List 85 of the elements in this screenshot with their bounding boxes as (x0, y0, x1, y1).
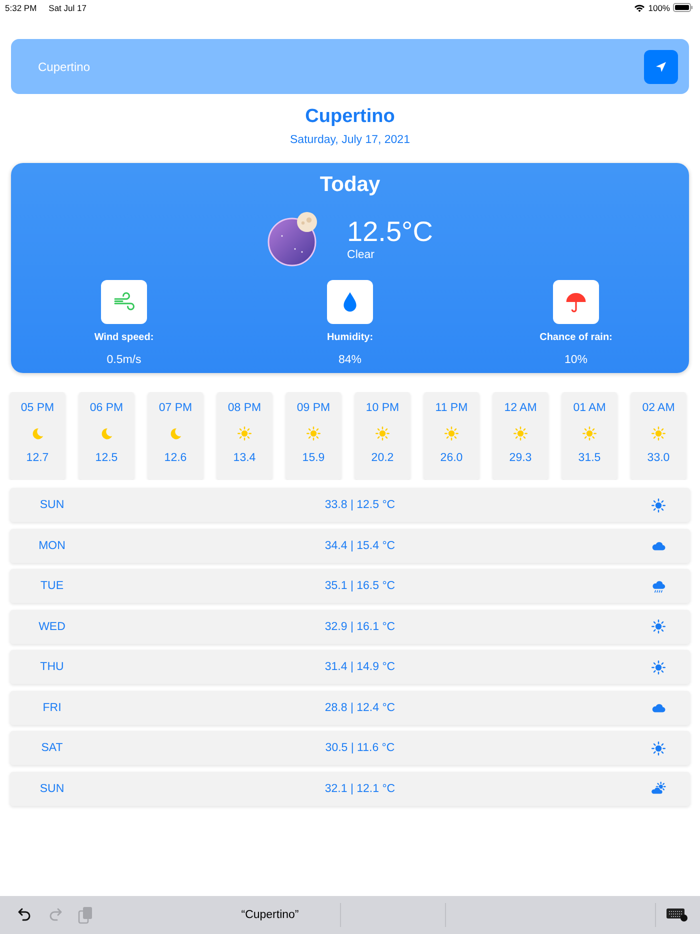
forecast-row[interactable]: MON 34.4 | 15.4 °C (10, 528, 690, 562)
condition-label: Clear (347, 248, 376, 262)
stat-value: 0.5m/s (106, 353, 142, 367)
keyboard-icon (666, 908, 688, 922)
temperature-range: 28.8 | 12.4 °C (324, 702, 396, 714)
keyboard-button[interactable] (666, 908, 688, 922)
day-label: SAT (41, 742, 63, 754)
city-name: Cupertino (305, 105, 395, 129)
status-date: Sat Jul 17 (48, 2, 86, 12)
date-label: Saturday, July 17, 2021 (290, 133, 410, 148)
hour-label: 10 PM (366, 402, 400, 414)
hour-label: 01 AM (573, 402, 606, 414)
forecast-row[interactable]: WED 32.9 | 16.1 °C (10, 610, 690, 644)
hour-temp: 20.2 (371, 452, 394, 464)
hour-label: 05 PM (20, 402, 54, 414)
temperature-range: 35.1 | 16.5 °C (324, 580, 396, 592)
card-title: Today (320, 172, 380, 198)
hour-temp: 13.4 (233, 452, 256, 464)
hour-label: 11 PM (435, 402, 468, 414)
location-button[interactable] (644, 50, 678, 84)
temperature-range: 31.4 | 14.9 °C (324, 661, 396, 673)
hour-temp: 33.0 (647, 452, 670, 464)
moon-icon (30, 426, 45, 441)
battery-icon (673, 3, 693, 12)
sun-icon (375, 426, 390, 441)
hour-label: 07 PM (158, 402, 192, 414)
hour-temp: 12.7 (26, 452, 49, 464)
moon-icon (168, 426, 183, 441)
hour-label: 02 AM (642, 402, 675, 414)
hour-label: 08 PM (228, 402, 262, 414)
hour-temp: 15.9 (302, 452, 325, 464)
day-label: WED (38, 620, 66, 632)
rain-cloud-icon (650, 578, 666, 594)
temperature-range: 32.9 | 16.1 °C (324, 620, 396, 632)
battery-percent: 100% (648, 2, 670, 12)
day-label: TUE (40, 580, 64, 592)
hour-temp: 12.6 (164, 452, 187, 464)
sun-icon (237, 426, 252, 441)
suggestion-button[interactable]: “Cupertino” (200, 909, 340, 921)
hour-label: 06 PM (90, 402, 124, 414)
temperature-range: 34.4 | 15.4 °C (324, 540, 396, 552)
hour-temp: 26.0 (440, 452, 463, 464)
sun-icon (306, 426, 321, 441)
temperature-range: 33.8 | 12.5 °C (324, 499, 396, 511)
forecast-row[interactable]: TUE 35.1 | 16.5 °C (10, 569, 690, 603)
forecast-row[interactable]: SUN 32.1 | 12.1 °C (10, 772, 690, 806)
forecast-row[interactable]: FRI 28.8 | 12.4 °C (10, 690, 690, 724)
day-label: MON (38, 540, 66, 552)
sun-icon (650, 498, 666, 512)
location-arrow-icon (655, 60, 667, 72)
sun-icon (650, 619, 666, 634)
sun-icon (444, 426, 459, 441)
forecast-row[interactable]: SAT 30.5 | 11.6 °C (10, 731, 690, 765)
sun-icon (651, 426, 666, 441)
temperature-range: 30.5 | 11.6 °C (325, 742, 395, 754)
day-label: THU (40, 661, 64, 673)
sun-icon (650, 740, 666, 756)
stat-label: Humidity: (326, 332, 374, 344)
stat-label: Wind speed: (94, 332, 154, 344)
sun-behind-cloud-icon (650, 781, 666, 796)
clipboard-icon (76, 906, 94, 924)
hour-temp: 12.5 (95, 452, 118, 464)
sun-icon (650, 660, 666, 674)
sun-icon (582, 426, 597, 441)
forecast-row[interactable]: SUN 33.8 | 12.5 °C (10, 488, 690, 522)
umbrella-icon (564, 290, 588, 314)
moon-icon (99, 426, 114, 441)
wifi-icon (634, 4, 646, 12)
stat-value: 84% (338, 353, 362, 367)
sun-icon (513, 426, 528, 441)
day-label: SUN (40, 499, 64, 511)
day-label: FRI (42, 702, 62, 714)
status-time: 5:32 PM (5, 2, 37, 12)
stat-label: Chance of rain: (540, 332, 612, 344)
stat-value: 10% (564, 353, 588, 367)
search-field[interactable]: Cupertino (36, 58, 644, 74)
forecast-row[interactable]: THU 31.4 | 14.9 °C (10, 650, 690, 684)
search-bar[interactable]: Cupertino (11, 39, 689, 94)
temperature-range: 32.1 | 12.1 °C (324, 782, 396, 794)
hour-label: 12 AM (504, 402, 537, 414)
hour-temp: 31.5 (578, 452, 601, 464)
hour-label: 09 PM (296, 402, 330, 414)
day-label: SUN (40, 782, 64, 794)
hour-temp: 29.3 (509, 452, 532, 464)
temperature: 12.5°C (347, 216, 433, 248)
